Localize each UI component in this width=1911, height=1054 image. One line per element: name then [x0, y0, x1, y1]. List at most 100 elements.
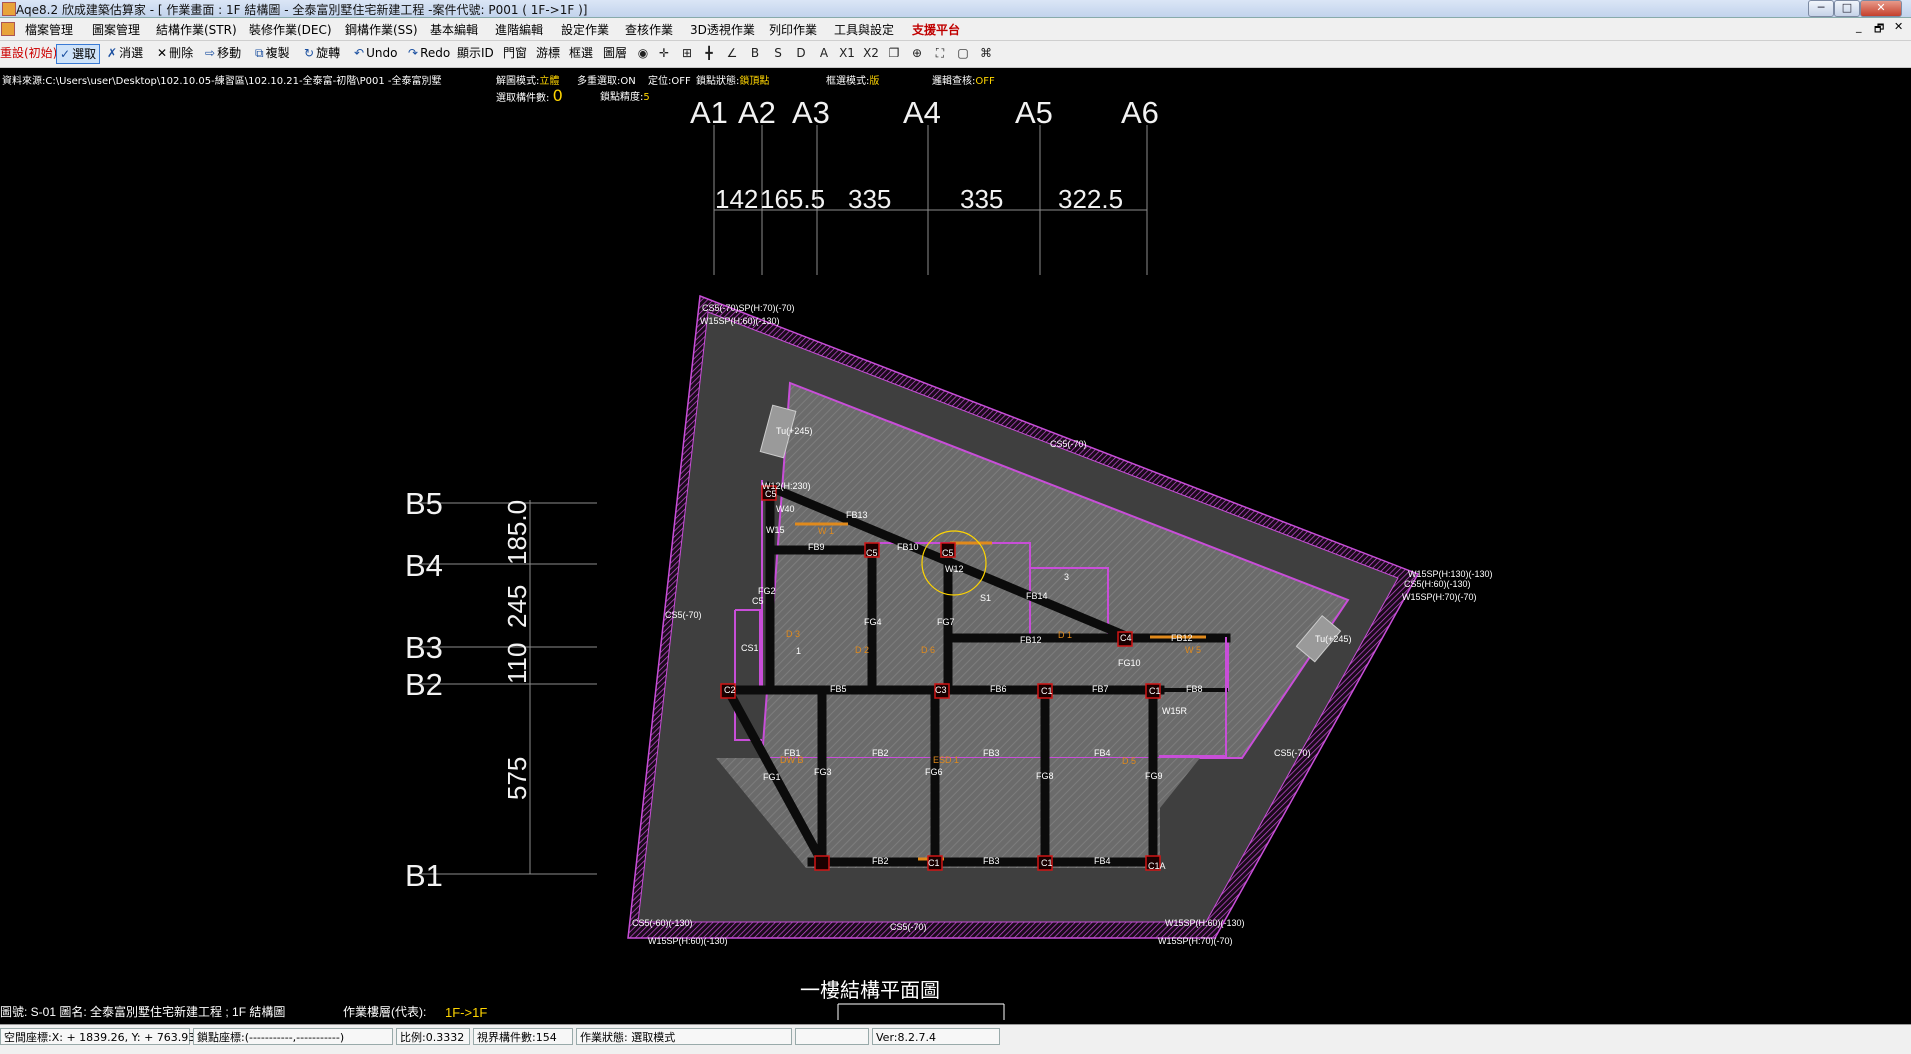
menu-check[interactable]: 查核作業	[625, 21, 673, 38]
copy-button[interactable]: ⧉ 複製	[255, 44, 290, 62]
status-blank	[795, 1028, 869, 1045]
dim-a5-a6: 322.5	[1058, 184, 1123, 214]
label-w15r: W15R	[1162, 706, 1188, 716]
grid-label-a4: A4	[903, 95, 941, 130]
label-fb7: FB7	[1092, 684, 1109, 694]
menu-pattern[interactable]: 圖案管理	[92, 21, 140, 38]
label-fg1: FG1	[763, 772, 781, 782]
close-button[interactable]: ✕	[1860, 0, 1902, 17]
mdi-minimize-button[interactable]: _	[1856, 20, 1862, 33]
version: Ver:8.2.7.4	[872, 1028, 1000, 1045]
angle-icon[interactable]: ∠	[725, 46, 739, 60]
menu-file[interactable]: 檔案管理	[25, 21, 73, 38]
snap-coordinate: 鎖點座標:(-----------,-----------)	[193, 1028, 393, 1045]
minimize-button[interactable]: ─	[1808, 0, 1834, 17]
grid-label-b5: B5	[405, 486, 443, 521]
plan-title: 一樓結構平面圖	[800, 979, 940, 1002]
menu-support[interactable]: 支援平台	[912, 21, 960, 38]
door-window-button[interactable]: 門窗	[503, 44, 527, 62]
rotate-label: 旋轉	[316, 46, 341, 60]
menu-print[interactable]: 列印作業	[769, 21, 817, 38]
label-fg10: FG10	[1118, 658, 1141, 668]
work-layer-value: 1F->1F	[445, 1005, 487, 1020]
label-d6: D 6	[921, 645, 935, 655]
layer-button[interactable]: 圖層	[603, 44, 627, 62]
snap-box-icon[interactable]: ⊞	[680, 46, 694, 60]
menu-settings[interactable]: 設定作業	[561, 21, 609, 38]
move-label: 移動	[217, 46, 242, 60]
menu-decoration[interactable]: 裝修作業(DEC)	[249, 21, 332, 38]
tool-x2-button[interactable]: X2	[862, 46, 880, 60]
undo-label: Undo	[366, 46, 398, 60]
dim-b4-b3: 245	[502, 585, 532, 628]
grid-cross-icon[interactable]: ╋	[702, 46, 716, 60]
label-fb10: FB10	[897, 542, 919, 552]
menu-bar: 檔案管理 圖案管理 結構作業(STR) 裝修作業(DEC) 鋼構作業(SS) 基…	[0, 18, 1911, 41]
label-c5c: C5	[942, 548, 954, 558]
label-fb9: FB9	[808, 542, 825, 552]
tool-d-button[interactable]: D	[794, 46, 808, 60]
crosshair-icon[interactable]: ✛	[657, 46, 671, 60]
delete-button[interactable]: ✕ 刪除	[157, 44, 193, 62]
drawing-canvas[interactable]: 資料來源:C:\Users\user\Desktop\102.10.05-練習區…	[0, 68, 1911, 1020]
select-button[interactable]: ✓ 選取	[56, 44, 101, 64]
rotate-icon: ↻	[304, 46, 315, 60]
drawing-number: 圖號: S-01 圖名: 全泰富別墅住宅新建工程 ; 1F 結構圖	[0, 1004, 285, 1019]
label-c5a: C5	[765, 489, 777, 499]
label-fb4: FB4	[1094, 748, 1111, 758]
work-state: 作業狀態: 選取模式	[576, 1028, 792, 1045]
fit-icon[interactable]: ⌘	[979, 46, 993, 60]
label-fb2b: FB2	[872, 856, 889, 866]
mdi-restore-button[interactable]: 🗗	[1874, 20, 1884, 39]
layers-icon[interactable]: ❐	[887, 46, 901, 60]
label-fg7: FG7	[937, 617, 955, 627]
redo-label: Redo	[420, 46, 451, 60]
cursor-button[interactable]: 游標	[536, 44, 560, 62]
redo-button[interactable]: ↷ Redo	[408, 44, 450, 62]
menu-structure[interactable]: 結構作業(STR)	[156, 21, 237, 38]
tool-s-button[interactable]: S	[771, 46, 785, 60]
menu-advanced-edit[interactable]: 進階編輯	[495, 21, 543, 38]
maximize-button[interactable]: □	[1834, 0, 1860, 17]
reset-button[interactable]: 重設(初始)	[0, 44, 57, 62]
move-button[interactable]: ⇨ 移動	[205, 44, 241, 62]
dim-b3-b2: 110	[502, 643, 532, 684]
mdi-close-button[interactable]: ✕	[1894, 20, 1903, 33]
rotate-button[interactable]: ↻ 旋轉	[304, 44, 340, 62]
label-fb3b: FB3	[983, 856, 1000, 866]
box-select-button[interactable]: 框選	[569, 44, 593, 62]
show-id-button[interactable]: 顯示ID	[457, 44, 494, 62]
label-sp-top: CS5(-70)SP(H:70)(-70)	[702, 303, 795, 313]
space-coordinate: 空間座標:X: + 1839.26, Y: + 763.9322	[0, 1028, 209, 1045]
grid-label-b1: B1	[405, 858, 443, 893]
structural-plan[interactable]: A1 A2 A3 A4 A5 A6 B5 B4 B3 B2 B1 142 165…	[0, 68, 1911, 1020]
menu-steel[interactable]: 鋼構作業(SS)	[345, 21, 418, 38]
eye-icon[interactable]: ◉	[636, 46, 650, 60]
tool-x1-button[interactable]: X1	[838, 46, 856, 60]
zoom-window-icon[interactable]: ⛶	[933, 46, 947, 60]
frame-icon[interactable]: ▢	[956, 46, 970, 60]
deselect-button[interactable]: ✗ 消選	[107, 44, 143, 62]
label-cs5-right: CS5(-70)	[1274, 748, 1311, 758]
zoom-in-icon[interactable]: ⊕	[910, 46, 924, 60]
label-cs5-left: CS5(-70)	[665, 610, 702, 620]
menu-tools[interactable]: 工具與設定	[834, 21, 894, 38]
dim-a3-a4: 335	[848, 184, 891, 214]
dim-a2-a3: 165.5	[760, 184, 825, 214]
tool-b-button[interactable]: B	[748, 46, 762, 60]
visible-count: 視界構件數:154	[473, 1028, 573, 1045]
select-label: 選取	[72, 47, 97, 61]
label-fg2: FG2	[758, 586, 776, 596]
label-sp-right3: W15SP(H:70)(-70)	[1402, 592, 1477, 602]
scale-readout: 比例:0.3332	[396, 1028, 470, 1045]
tool-a-button[interactable]: A	[817, 46, 831, 60]
redo-icon: ↷	[408, 46, 419, 60]
label-fg9: FG9	[1145, 771, 1163, 781]
label-fb12a: FB12	[1020, 635, 1042, 645]
menu-3d[interactable]: 3D透視作業	[690, 21, 755, 38]
undo-button[interactable]: ↶ Undo	[354, 44, 397, 62]
grid-label-b3: B3	[405, 630, 443, 665]
dim-a1-a2: 142	[715, 184, 758, 214]
dim-b5-b4: 185.0	[502, 500, 532, 565]
menu-basic-edit[interactable]: 基本編輯	[430, 21, 478, 38]
